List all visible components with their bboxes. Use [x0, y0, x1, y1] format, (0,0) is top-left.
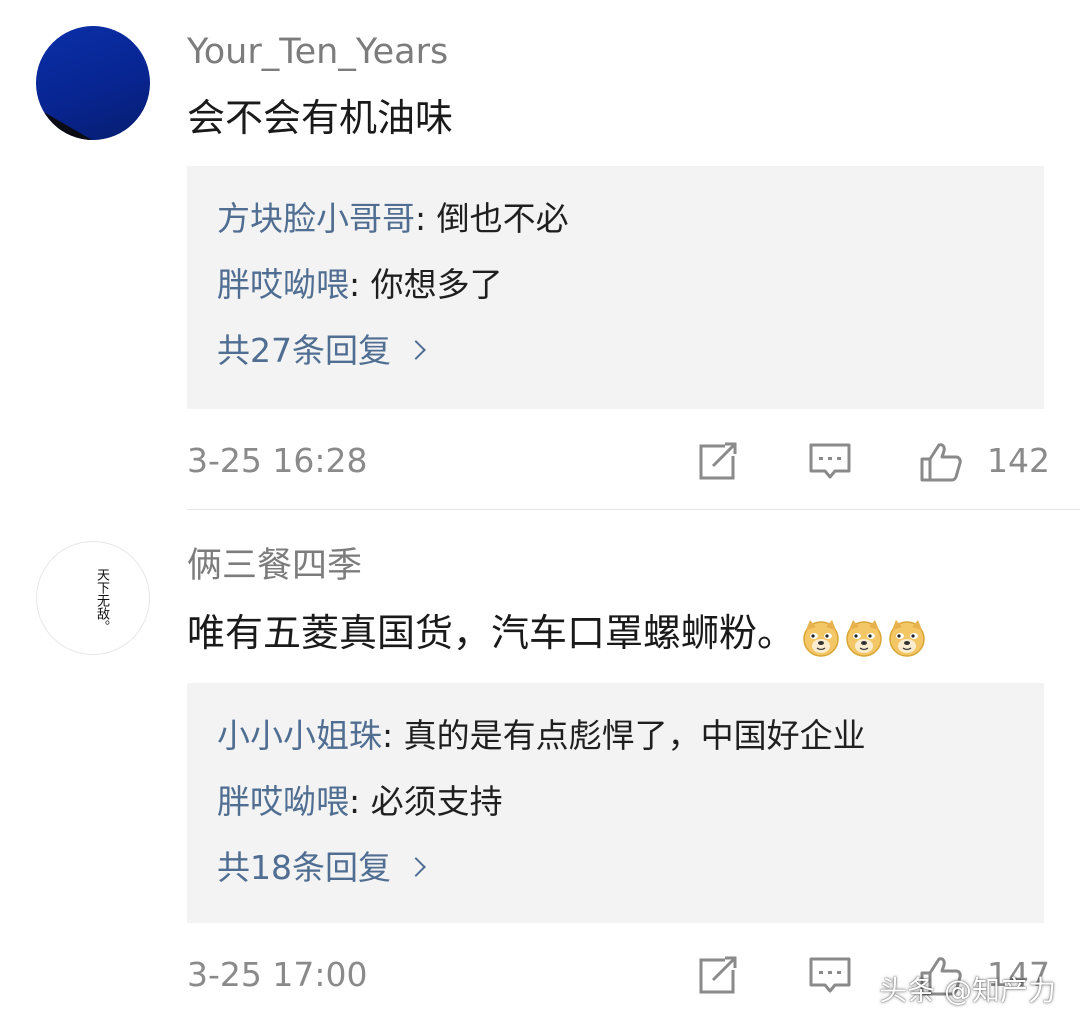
comment-item: Your_Ten_Years 会不会有机油味 方块脸小哥哥: 倒也不必 胖哎呦喂…	[0, 0, 1080, 510]
reply-item: 胖哎呦喂: 你想多了	[217, 264, 503, 306]
share-button[interactable]	[695, 955, 739, 997]
comment-username[interactable]: Your_Ten_Years	[187, 30, 448, 74]
reply-author[interactable]: 胖哎呦喂	[217, 265, 349, 304]
reply-preview-box[interactable]: 小小小姐珠: 真的是有点彪悍了，中国好企业 胖哎呦喂: 必须支持 共18条回复	[187, 683, 1044, 923]
reply-separator: :	[349, 265, 371, 304]
comment-icon	[809, 443, 851, 479]
comment-list: Your_Ten_Years 会不会有机油味 方块脸小哥哥: 倒也不必 胖哎呦喂…	[0, 0, 1080, 1031]
reply-preview-box[interactable]: 方块脸小哥哥: 倒也不必 胖哎呦喂: 你想多了 共27条回复	[187, 166, 1044, 409]
reply-text: 真的是有点彪悍了，中国好企业	[403, 716, 866, 755]
reply-item: 方块脸小哥哥: 倒也不必	[217, 198, 569, 240]
reply-text: 必须支持	[370, 782, 503, 821]
reply-author[interactable]: 小小小姐珠	[217, 716, 382, 755]
view-all-replies-link[interactable]: 共18条回复	[217, 847, 426, 889]
reply-text: 倒也不必	[436, 199, 569, 238]
comment-text: 唯有五菱真国货，汽车口罩螺蛳粉。	[187, 609, 930, 660]
doge-emoji-icon	[889, 620, 925, 657]
comment-timestamp: 3-25 16:28	[187, 441, 368, 480]
reply-separator: :	[349, 782, 371, 821]
reply-button[interactable]	[808, 441, 852, 483]
comment-text-content: 唯有五菱真国货，汽车口罩螺蛳粉。	[187, 611, 796, 655]
comment-meta-row: 3-25 16:28 142	[187, 437, 1050, 487]
thumbs-up-icon	[920, 443, 962, 482]
comment-item: 天下无敌。 俩三餐四季 唯有五菱真国货，汽车口罩螺蛳粉。 小小小姐珠: 真的是有…	[0, 511, 1080, 1031]
reply-item: 胖哎呦喂: 必须支持	[217, 781, 503, 823]
avatar-shadow	[36, 96, 146, 140]
avatar[interactable]	[36, 26, 150, 140]
share-button[interactable]	[695, 441, 739, 483]
comment-icon	[809, 957, 851, 993]
reply-button[interactable]	[808, 955, 852, 997]
avatar-calligraphy: 天下无敌。	[94, 568, 109, 633]
chevron-right-icon	[406, 856, 426, 877]
like-count: 142	[987, 441, 1050, 480]
reply-author[interactable]: 方块脸小哥哥	[217, 199, 415, 238]
share-icon	[699, 956, 737, 994]
reply-text: 你想多了	[370, 265, 503, 304]
view-all-replies-label: 共27条回复	[217, 331, 391, 370]
divider	[187, 509, 1080, 510]
reply-separator: :	[382, 716, 404, 755]
emoji-row	[801, 612, 930, 660]
chevron-right-icon	[406, 339, 426, 360]
avatar[interactable]: 天下无敌。	[36, 541, 150, 655]
view-all-replies-label: 共18条回复	[217, 848, 391, 887]
view-all-replies-link[interactable]: 共27条回复	[217, 330, 426, 372]
doge-emoji-icon	[803, 620, 839, 657]
comment-text: 会不会有机油味	[187, 96, 454, 140]
comment-username[interactable]: 俩三餐四季	[187, 544, 362, 588]
source-watermark: 头条 @知产力	[879, 974, 1056, 1007]
reply-item: 小小小姐珠: 真的是有点彪悍了，中国好企业	[217, 715, 866, 757]
like-button[interactable]	[919, 441, 963, 483]
reply-author[interactable]: 胖哎呦喂	[217, 782, 349, 821]
share-icon	[699, 442, 737, 480]
reply-separator: :	[415, 199, 437, 238]
comment-timestamp: 3-25 17:00	[187, 955, 368, 994]
doge-emoji-icon	[846, 620, 882, 657]
